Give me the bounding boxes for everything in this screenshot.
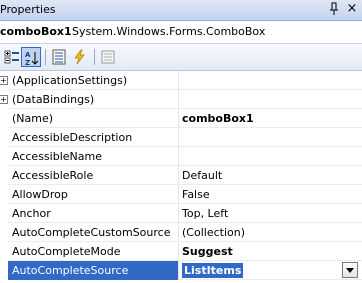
properties-title-bar: Properties × (0, 0, 362, 21)
row-gutter (0, 185, 8, 204)
column-divider (178, 71, 179, 90)
property-value-dropdown[interactable]: ListItems (182, 263, 244, 278)
events-button[interactable] (70, 47, 90, 67)
property-value[interactable]: Default (182, 169, 222, 182)
property-name: (ApplicationSettings) (12, 74, 128, 87)
property-pages-button[interactable] (98, 47, 118, 67)
expand-icon[interactable]: + (0, 76, 8, 85)
property-name: Anchor (12, 207, 51, 220)
property-name: AutoCompleteCustomSource (12, 226, 171, 239)
object-name: comboBox1 (0, 25, 72, 38)
row-gutter (0, 242, 8, 261)
property-name: AllowDrop (12, 188, 68, 201)
property-row[interactable]: + (ApplicationSettings) (0, 71, 362, 90)
property-value[interactable]: False (182, 188, 210, 201)
categorized-icon (4, 50, 19, 64)
property-value[interactable]: Top, Left (182, 207, 228, 220)
property-value[interactable]: Suggest (182, 245, 233, 258)
column-divider (178, 166, 179, 185)
row-gutter (0, 223, 8, 242)
property-name: (DataBindings) (12, 93, 95, 106)
properties-icon (52, 49, 66, 65)
row-gutter (0, 204, 8, 223)
svg-text:Z: Z (25, 59, 30, 66)
column-divider (178, 223, 179, 242)
property-row[interactable]: (Name) comboBox1 (0, 109, 362, 128)
column-divider (178, 242, 179, 261)
alphabetical-icon: A Z (25, 51, 39, 66)
property-name: AccessibleDescription (12, 131, 133, 144)
properties-button[interactable] (49, 47, 69, 67)
dropdown-button[interactable] (342, 262, 358, 278)
property-row[interactable]: AccessibleDescription (0, 128, 362, 147)
svg-text:A: A (25, 51, 31, 59)
close-icon[interactable]: × (344, 1, 360, 17)
categorized-button[interactable] (2, 47, 22, 67)
property-row[interactable]: Anchor Top, Left (0, 204, 362, 223)
toolbar-separator (45, 49, 46, 65)
property-row[interactable]: AccessibleName (0, 147, 362, 166)
property-value[interactable]: comboBox1 (182, 112, 254, 125)
row-gutter (0, 261, 8, 280)
property-name: AccessibleName (12, 150, 102, 163)
property-pages-icon (101, 50, 115, 64)
property-row[interactable]: AutoCompleteMode Suggest (0, 242, 362, 261)
property-row[interactable]: AutoCompleteCustomSource (Collection) (0, 223, 362, 242)
property-name: AccessibleRole (12, 169, 94, 182)
chevron-down-icon (346, 268, 354, 273)
row-gutter (0, 147, 8, 166)
property-row[interactable]: AccessibleRole Default (0, 166, 362, 185)
property-row[interactable]: AllowDrop False (0, 185, 362, 204)
row-gutter (0, 166, 8, 185)
property-row[interactable]: + (DataBindings) (0, 90, 362, 109)
property-grid: + (ApplicationSettings) + (DataBindings)… (0, 71, 362, 283)
window-title: Properties (0, 3, 56, 16)
property-name: AutoCompleteSource (12, 264, 129, 277)
property-row-selected[interactable]: AutoCompleteSource ListItems (0, 261, 362, 280)
object-type: System.Windows.Forms.ComboBox (72, 25, 266, 38)
property-value[interactable]: (Collection) (182, 226, 245, 239)
toolbar-separator (94, 49, 95, 65)
pin-icon[interactable] (327, 2, 341, 16)
column-divider (178, 204, 179, 223)
expand-icon[interactable]: + (0, 95, 8, 104)
column-divider (178, 90, 179, 109)
property-name: (Name) (12, 112, 54, 125)
properties-toolbar: A Z (0, 44, 362, 71)
alphabetical-button[interactable]: A Z (21, 47, 41, 67)
column-divider (178, 261, 179, 280)
row-gutter (0, 128, 8, 147)
object-selector[interactable]: comboBox1 System.Windows.Forms.ComboBox (0, 21, 362, 44)
events-icon (74, 49, 85, 65)
column-divider (178, 147, 179, 166)
column-divider (178, 185, 179, 204)
row-gutter (0, 109, 8, 128)
property-name: AutoCompleteMode (12, 245, 121, 258)
column-divider (178, 109, 179, 128)
column-divider (178, 128, 179, 147)
